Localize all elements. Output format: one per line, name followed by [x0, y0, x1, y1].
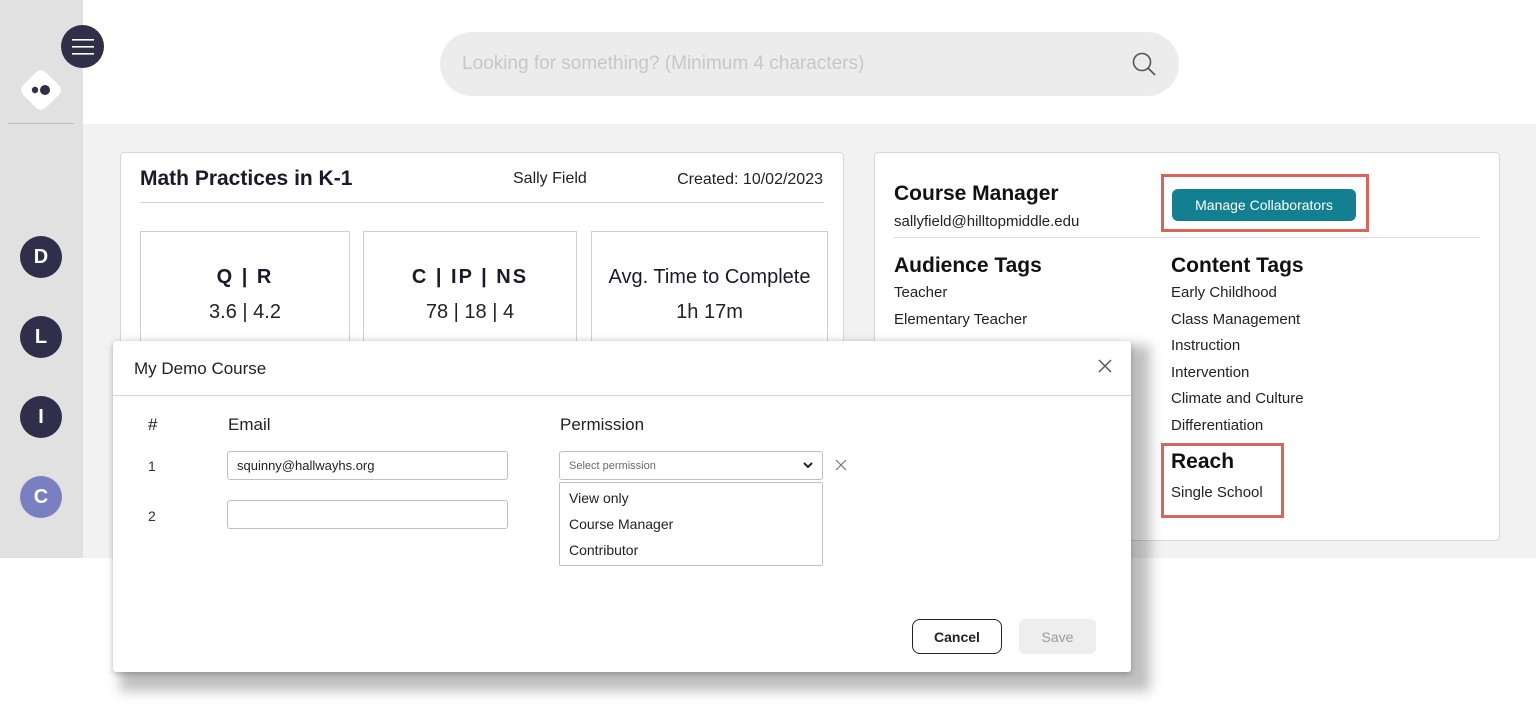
left-rail: D L I C: [0, 0, 83, 558]
course-title: Math Practices in K-1: [140, 167, 353, 190]
rail-divider: [8, 123, 74, 124]
email-field[interactable]: [227, 500, 508, 529]
search-icon[interactable]: [1131, 51, 1157, 77]
page: D L I C Math Practices in K-1 Sally Fiel…: [0, 0, 1536, 712]
permission-option-view-only[interactable]: View only: [569, 490, 629, 506]
content-tags-heading: Content Tags: [1171, 254, 1304, 277]
chevron-down-icon: [803, 462, 813, 469]
audience-tag: Elementary Teacher: [894, 311, 1028, 328]
rail-item-label: L: [34, 325, 48, 348]
divider: [894, 237, 1480, 238]
stat-value: 3.6 | 4.2: [209, 301, 281, 323]
audience-tags-heading: Audience Tags: [894, 254, 1042, 277]
close-icon[interactable]: [1097, 358, 1113, 374]
course-created-date: Created: 10/02/2023: [677, 171, 823, 188]
app-logo-icon[interactable]: [17, 66, 65, 114]
email-value: squinny@hallwayhs.org: [237, 458, 375, 473]
rail-item-label: I: [38, 405, 44, 428]
collaborators-modal: My Demo Course # Email Permission 1 squi…: [113, 341, 1131, 672]
audience-tag: Teacher: [894, 284, 948, 301]
permission-select-placeholder: Select permission: [569, 459, 656, 472]
course-manager-heading: Course Manager: [894, 182, 1059, 205]
highlight-box: [1161, 174, 1369, 232]
rail-item-d[interactable]: D: [20, 236, 62, 278]
stat-value: 1h 17m: [676, 301, 743, 323]
search-input[interactable]: [462, 53, 1131, 75]
permission-select[interactable]: Select permission: [559, 451, 823, 480]
row-number: 1: [148, 458, 156, 474]
stat-value: 78 | 18 | 4: [425, 301, 515, 323]
content-tag: Class Management: [1171, 311, 1301, 328]
rail-item-i[interactable]: I: [20, 396, 62, 438]
menu-button[interactable]: [61, 25, 104, 68]
email-field[interactable]: squinny@hallwayhs.org: [227, 451, 508, 480]
content-tag: Early Childhood: [1171, 284, 1277, 301]
rail-item-l[interactable]: L: [20, 316, 62, 358]
content-tag: Climate and Culture: [1171, 390, 1304, 407]
content-tag: Differentiation: [1171, 417, 1264, 434]
stat-label: Q | R: [216, 266, 274, 288]
row-number: 2: [148, 508, 156, 524]
permission-option-course-manager[interactable]: Course Manager: [569, 516, 673, 532]
hamburger-icon: [71, 38, 94, 55]
rail-item-label: C: [33, 485, 49, 508]
stat-label: Avg. Time to Complete: [608, 266, 811, 288]
content-tag: Intervention: [1171, 364, 1250, 381]
highlight-box: [1161, 443, 1284, 518]
divider: [140, 202, 824, 203]
content-tag: Instruction: [1171, 337, 1241, 354]
rail-item-c[interactable]: C: [20, 476, 62, 518]
permission-dropdown: View only Course Manager Contributor: [559, 482, 823, 566]
course-author: Sally Field: [513, 170, 587, 187]
permission-option-contributor[interactable]: Contributor: [569, 542, 638, 558]
save-button[interactable]: Save: [1019, 619, 1096, 654]
column-header-permission: Permission: [560, 415, 645, 434]
modal-title: My Demo Course: [134, 359, 267, 378]
column-header-email: Email: [228, 415, 271, 434]
search-bar: [440, 32, 1179, 96]
column-header-number: #: [148, 415, 158, 434]
stat-label: C | IP | NS: [411, 266, 529, 288]
rail-item-label: D: [33, 245, 49, 268]
remove-row-icon[interactable]: [835, 459, 847, 471]
cancel-button[interactable]: Cancel: [912, 619, 1002, 654]
divider: [113, 395, 1131, 396]
course-manager-email: sallyfield@hilltopmiddle.edu: [894, 213, 1080, 230]
